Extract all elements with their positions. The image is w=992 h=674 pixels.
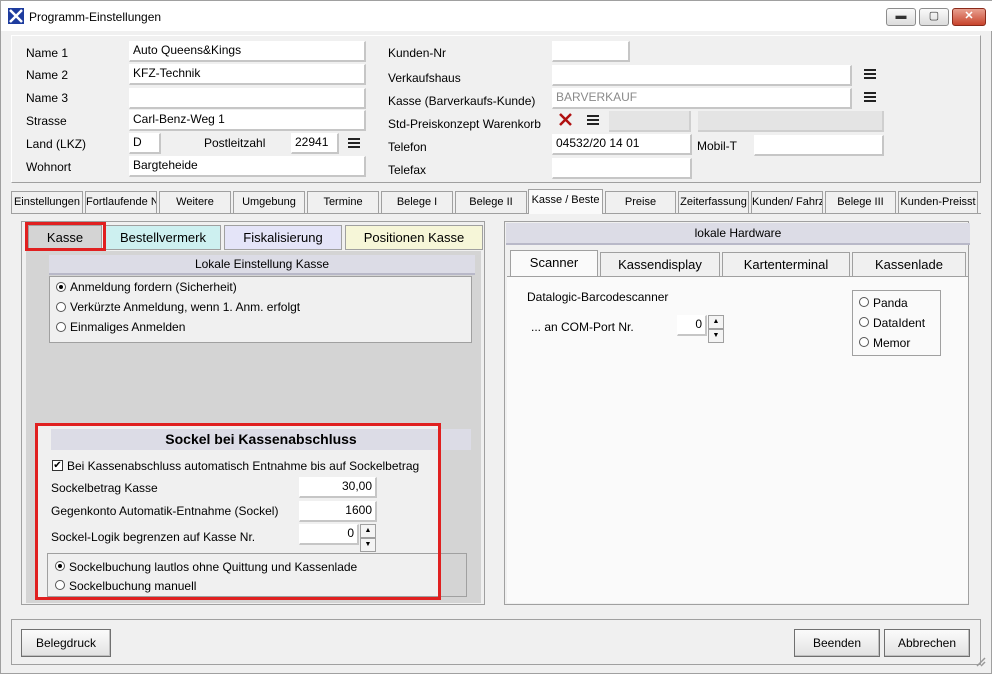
login-option-radio-1[interactable] [56, 282, 66, 292]
subtab-scanner[interactable]: Scanner [510, 250, 598, 276]
strasse-label: Strasse [26, 114, 67, 128]
beenden-button[interactable]: Beenden [794, 629, 880, 657]
wohnort-label: Wohnort [26, 160, 72, 174]
scanner-type-label-dataident: DataIdent [873, 316, 926, 330]
preiskonzept-name-field[interactable] [698, 111, 884, 132]
comport-spinner[interactable]: ▲ ▼ [708, 315, 724, 343]
kasse-kunde-label: Kasse (Barverkaufs-Kunde) [388, 94, 536, 108]
scanner-type-radio-dataident[interactable] [859, 317, 869, 327]
preiskonzept-code-field[interactable] [609, 111, 691, 132]
preiskonzept-lookup-icon[interactable] [587, 115, 599, 125]
plz-label: Postleitzahl [204, 136, 266, 150]
comport-field[interactable]: 0 [677, 315, 707, 336]
strasse-field[interactable]: Carl-Benz-Weg 1 [129, 110, 366, 131]
kasse-kunde-field[interactable]: BARVERKAUF [552, 88, 852, 109]
telefon-field[interactable]: 04532/20 14 01 [552, 134, 692, 155]
login-option-label-2: Verkürzte Anmeldung, wenn 1. Anm. erfolg… [70, 300, 301, 314]
kundennr-label: Kunden-Nr [388, 46, 447, 60]
name3-label: Name 3 [26, 91, 69, 105]
abbrechen-button[interactable]: Abbrechen [884, 629, 970, 657]
telefax-label: Telefax [388, 163, 427, 177]
main-tab-1[interactable]: Einstellungen [11, 191, 83, 213]
title-bar: Programm-Einstellungen ▬ ▢ ✕ [1, 1, 992, 31]
main-tab-9[interactable]: Preise [605, 191, 676, 213]
land-field[interactable]: D [129, 133, 161, 154]
highlight-sockel-group [35, 423, 441, 600]
main-tab-8[interactable]: Kasse / Beste [528, 189, 603, 214]
wohnort-field[interactable]: Bargteheide [129, 156, 366, 177]
plz-field[interactable]: 22941 [291, 133, 339, 154]
verkaufshaus-lookup-icon[interactable] [864, 69, 876, 79]
minimize-button[interactable]: ▬ [886, 8, 916, 26]
subtab-kassendisplay[interactable]: Kassendisplay [600, 252, 720, 277]
scanner-type-label-panda: Panda [873, 296, 908, 310]
scanner-label: Datalogic-Barcodescanner [527, 290, 669, 304]
main-tab-12[interactable]: Belege III [825, 191, 896, 213]
telefon-label: Telefon [388, 140, 427, 154]
kasse-kunde-lookup-icon[interactable] [864, 92, 876, 102]
main-tab-6[interactable]: Belege I [381, 191, 453, 213]
local-settings-header: Lokale Einstellung Kasse [49, 255, 475, 275]
subtab-bestellvermerk[interactable]: Bestellvermerk [105, 225, 221, 250]
scanner-type-radio-memor[interactable] [859, 337, 869, 347]
login-option-radio-2[interactable] [56, 302, 66, 312]
main-tab-13[interactable]: Kunden-Preisst [898, 191, 978, 213]
app-icon [8, 8, 24, 24]
mobil-label: Mobil-T [697, 139, 738, 153]
land-label: Land (LKZ) [26, 137, 87, 151]
name3-field[interactable] [129, 88, 366, 109]
spin-down-icon[interactable]: ▼ [708, 329, 724, 343]
scanner-type-radio-panda[interactable] [859, 297, 869, 307]
main-tab-2[interactable]: Fortlaufende N [85, 191, 157, 213]
main-tab-10[interactable]: Zeiterfassung [678, 191, 749, 213]
spin-up-icon[interactable]: ▲ [708, 315, 724, 329]
highlight-kasse-tab [25, 222, 106, 251]
main-tab-3[interactable]: Weitere [159, 191, 231, 213]
kundennr-field[interactable] [552, 41, 630, 62]
mobil-field[interactable] [754, 135, 884, 156]
clear-icon[interactable] [559, 113, 572, 126]
subtab-kartenterminal[interactable]: Kartenterminal [722, 252, 850, 277]
settings-window: Programm-Einstellungen ▬ ▢ ✕ Name 1 Auto… [0, 0, 992, 674]
close-button[interactable]: ✕ [952, 8, 986, 26]
subtab-positionen-kasse[interactable]: Positionen Kasse [345, 225, 483, 250]
comport-label: ... an COM-Port Nr. [531, 320, 634, 334]
preiskonzept-label: Std-Preiskonzept Warenkorb [388, 117, 541, 131]
scanner-type-label-memor: Memor [873, 336, 911, 350]
telefax-field[interactable] [552, 158, 692, 179]
verkaufshaus-label: Verkaufshaus [388, 71, 461, 85]
name1-label: Name 1 [26, 46, 69, 60]
maximize-button[interactable]: ▢ [919, 8, 949, 26]
tab-strip-divider [11, 213, 981, 214]
subtab-kassenlade[interactable]: Kassenlade [852, 252, 966, 277]
main-tab-7[interactable]: Belege II [455, 191, 527, 213]
login-option-label-3: Einmaliges Anmelden [70, 320, 186, 334]
main-tab-5[interactable]: Termine [307, 191, 379, 213]
plz-lookup-icon[interactable] [348, 138, 360, 148]
name1-field[interactable]: Auto Queens&Kings [129, 41, 366, 62]
subtab-fiskalisierung[interactable]: Fiskalisierung [224, 225, 342, 250]
resize-grip-icon[interactable] [974, 655, 986, 667]
login-option-radio-3[interactable] [56, 322, 66, 332]
login-option-label-1: Anmeldung fordern (Sicherheit) [70, 280, 237, 294]
main-tab-4[interactable]: Umgebung [233, 191, 305, 213]
belegdruck-button[interactable]: Belegdruck [21, 629, 111, 657]
name2-field[interactable]: KFZ-Technik [129, 64, 366, 85]
main-tab-11[interactable]: Kunden/ Fahrz [751, 191, 823, 213]
name2-label: Name 2 [26, 68, 69, 82]
verkaufshaus-field[interactable] [552, 65, 852, 86]
hardware-header: lokale Hardware [506, 223, 970, 245]
window-title: Programm-Einstellungen [29, 10, 162, 24]
